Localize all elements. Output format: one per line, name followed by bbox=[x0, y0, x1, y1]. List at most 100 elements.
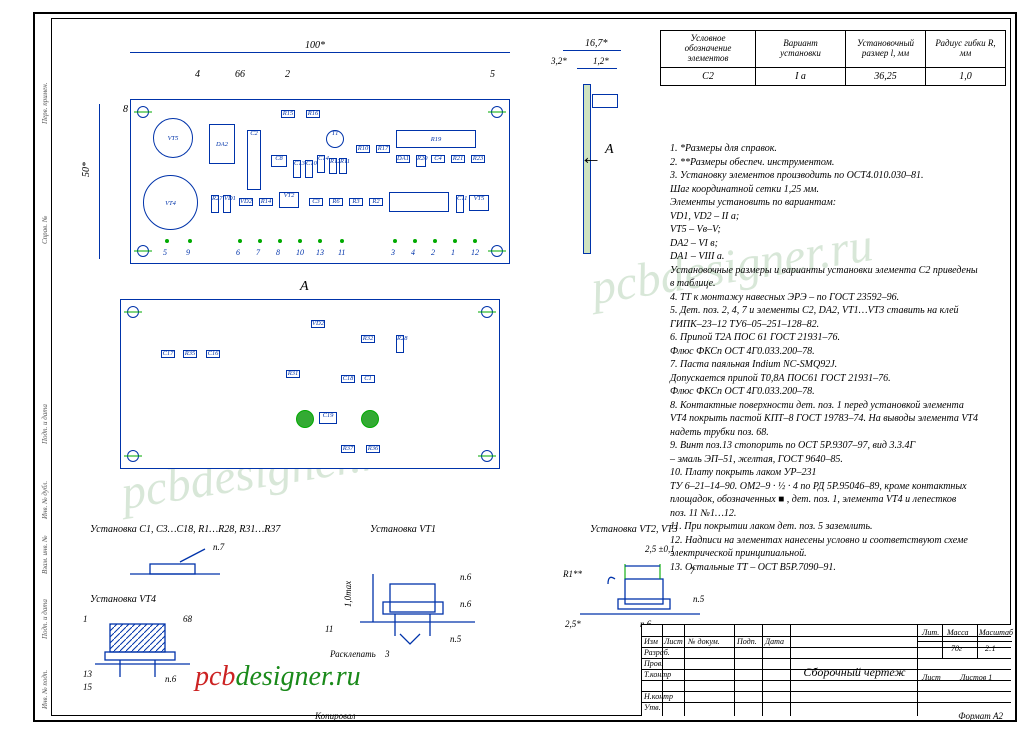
side-comp bbox=[592, 94, 618, 108]
comp: R2 bbox=[369, 198, 383, 206]
callout: Расклепать bbox=[330, 649, 376, 659]
comp: R16 bbox=[306, 110, 320, 118]
margin-label: Взам. инв. № bbox=[41, 535, 49, 574]
callout: 7 bbox=[690, 566, 695, 576]
kopir-label: Копировал bbox=[315, 711, 355, 721]
section-label: А bbox=[300, 279, 309, 295]
comp: R37 bbox=[341, 445, 355, 453]
url-watermark: pcbdesigner.ru bbox=[195, 661, 361, 693]
dim: 16,7* bbox=[585, 38, 608, 49]
callout: п.6 bbox=[165, 674, 176, 684]
pad-num: 9 bbox=[186, 248, 190, 257]
callout: 2 bbox=[285, 69, 290, 80]
callout: 2,5 ±0,1 bbox=[645, 544, 675, 554]
comp: C11 bbox=[456, 195, 464, 213]
comp: R11 bbox=[339, 158, 347, 174]
table-cell: 1,0 bbox=[926, 67, 1006, 85]
callout: 11 bbox=[325, 624, 333, 634]
pcb-back-view: C17 R35 C16 VD2 R31 R32 R28 C18 C1 R37 R… bbox=[120, 299, 500, 479]
comp: R31 bbox=[286, 370, 300, 378]
comp: R21 bbox=[451, 155, 465, 163]
comp-vt4: VT4 bbox=[143, 175, 198, 230]
comp: R10 bbox=[356, 145, 370, 153]
comp: R17 bbox=[376, 145, 390, 153]
dim: 1,0max bbox=[343, 581, 353, 607]
margin-label: Инв. № дубл. bbox=[41, 481, 49, 519]
comp: C17 bbox=[161, 350, 175, 358]
detail-label: Установка C1, C3…C18, R1…R28, R31…R37 bbox=[90, 524, 280, 535]
margin-label: Инв. № подп. bbox=[41, 670, 49, 709]
dim: 1,2* bbox=[593, 56, 609, 66]
margin-label: Подп. и дата bbox=[41, 404, 49, 444]
table-header: Условное обозначение элементов bbox=[661, 31, 756, 68]
pad-num: 8 bbox=[276, 248, 280, 257]
callout: п.6 bbox=[460, 599, 471, 609]
pad-num: 1 bbox=[451, 248, 455, 257]
detail-label: Установка VT4 bbox=[90, 594, 156, 605]
section-arrow: ← bbox=[580, 144, 602, 170]
pad-num: 12 bbox=[471, 248, 479, 257]
comp: R3 bbox=[349, 198, 363, 206]
comp: R27 bbox=[211, 195, 219, 213]
comp: C3 bbox=[309, 198, 323, 206]
pcb-outline: VT5 VT4 DA2 C2 R15 R16 C8 C13 C10 C14 R1… bbox=[130, 99, 510, 264]
comp: C1 bbox=[361, 375, 375, 383]
comp: VD2 bbox=[311, 320, 325, 328]
format-label: Формат А2 bbox=[958, 711, 1003, 721]
comp: C16 bbox=[206, 350, 220, 358]
comp: C8 bbox=[271, 155, 287, 167]
callout: 5 bbox=[490, 69, 495, 80]
comp-vt2: VT2 bbox=[279, 192, 299, 208]
dim: 3,2* bbox=[551, 56, 567, 66]
comp: C14 bbox=[317, 155, 325, 173]
comp-vt5: VT5 bbox=[153, 118, 193, 158]
callout: 4 bbox=[195, 69, 200, 80]
pad-num: 2 bbox=[431, 248, 435, 257]
comp: C18 bbox=[341, 375, 355, 383]
comp: R6 bbox=[329, 198, 343, 206]
table-header: Радиус гибки R, мм bbox=[926, 31, 1006, 68]
callout: R1** bbox=[563, 569, 582, 579]
margin-label: Перв. примен. bbox=[41, 83, 49, 125]
comp-da2: DA2 bbox=[209, 124, 235, 164]
comp: R14 bbox=[259, 198, 273, 206]
drawing-title: Сборочный чертеж bbox=[797, 665, 912, 680]
mounting-table: Условное обозначение элементов Вариант у… bbox=[660, 30, 1006, 86]
callout: п.7 bbox=[213, 542, 224, 552]
pad-num: 5 bbox=[163, 248, 167, 257]
callout: 15 bbox=[83, 682, 92, 692]
drawing-sheet: pcbdesigner.ru pcbdesigner.ru Перв. прим… bbox=[33, 12, 1017, 722]
comp: R35 bbox=[183, 350, 197, 358]
detail-label: Установка VT1 bbox=[370, 524, 436, 535]
callout: 8 bbox=[123, 104, 128, 115]
margin-label: Справ. № bbox=[41, 216, 49, 244]
via bbox=[361, 410, 379, 428]
detail-label: Установка VT2, VT3 bbox=[590, 524, 678, 535]
pad-num: 11 bbox=[338, 248, 345, 257]
margin-label: Подп. и дата bbox=[41, 599, 49, 639]
dim-width: 100* bbox=[305, 40, 325, 51]
comp: DA1 bbox=[396, 155, 410, 163]
table-cell: C2 bbox=[661, 67, 756, 85]
pad-num: 6 bbox=[236, 248, 240, 257]
pad-num: 13 bbox=[316, 248, 324, 257]
callout: п.6 bbox=[460, 572, 471, 582]
callout: п.5 bbox=[693, 594, 704, 604]
pad-num: 3 bbox=[391, 248, 395, 257]
comp: R23 bbox=[471, 155, 485, 163]
comp: R32 bbox=[361, 335, 375, 343]
callout: 13 bbox=[83, 669, 92, 679]
comp: R15 bbox=[281, 110, 295, 118]
comp: VD1 bbox=[223, 195, 231, 213]
section-letter: А bbox=[605, 142, 614, 158]
comp: R28 bbox=[396, 335, 404, 353]
comp: C13 bbox=[293, 160, 301, 178]
pcb-front-view: 100* 50* 4 66 2 5 8 VT5 VT4 DA2 C2 R15 R… bbox=[105, 44, 525, 274]
pad-num: 7 bbox=[256, 248, 260, 257]
comp-t1: T1 bbox=[326, 130, 344, 148]
pad-num: 10 bbox=[296, 248, 304, 257]
table-cell: I а bbox=[756, 67, 846, 85]
comp-c2: C2 bbox=[247, 130, 261, 190]
comp-da1: R19 bbox=[396, 130, 476, 148]
pad-num: 4 bbox=[411, 248, 415, 257]
